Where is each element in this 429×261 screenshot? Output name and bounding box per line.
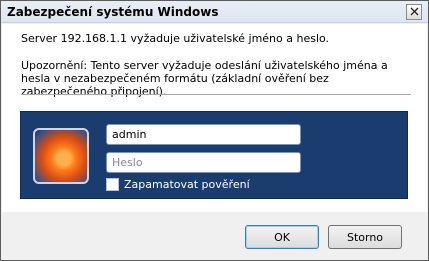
- security-warning: Upozornění: Tento server vyžaduje odeslá…: [21, 59, 388, 98]
- close-button[interactable]: [406, 4, 422, 20]
- user-avatar-icon: [33, 128, 89, 184]
- credential-panel: admin Heslo Zapamatovat pověření: [20, 111, 408, 199]
- cancel-button[interactable]: Storno: [328, 225, 402, 249]
- username-field[interactable]: admin: [106, 124, 301, 145]
- server-message: Server 192.168.1.1 vyžaduje uživatelské …: [21, 32, 330, 45]
- remember-label: Zapamatovat pověření: [124, 178, 250, 191]
- password-field[interactable]: Heslo: [106, 152, 301, 173]
- close-icon: [410, 6, 419, 19]
- security-dialog: Zabezpečení systému Windows Server 192.1…: [0, 0, 429, 261]
- title-bar[interactable]: Zabezpečení systému Windows: [1, 1, 428, 23]
- remember-checkbox[interactable]: [106, 178, 119, 191]
- window-title: Zabezpečení systému Windows: [7, 5, 219, 19]
- remember-credentials[interactable]: Zapamatovat pověření: [106, 178, 250, 191]
- ok-button[interactable]: OK: [245, 225, 319, 249]
- dialog-content: Server 192.168.1.1 vyžaduje uživatelské …: [2, 24, 427, 212]
- separator: [21, 94, 411, 95]
